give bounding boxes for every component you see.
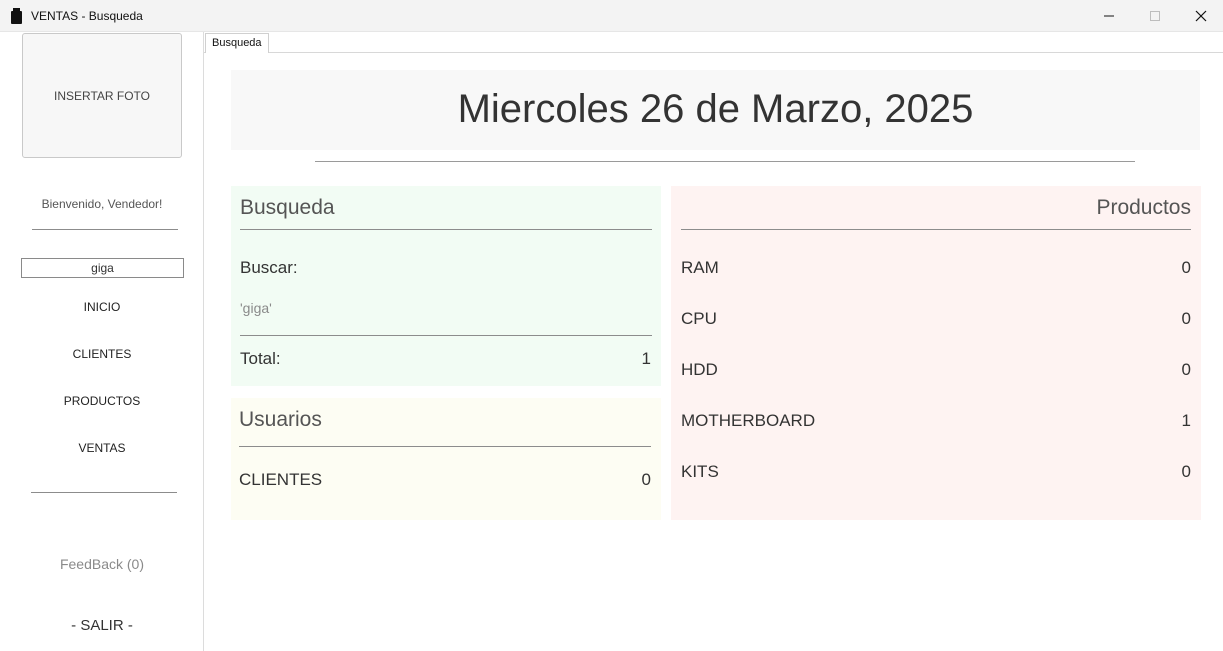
product-label-motherboard: MOTHERBOARD — [681, 411, 816, 430]
product-value-kits: 0 — [1181, 462, 1191, 481]
sidebar-divider — [32, 229, 178, 230]
date-text: Miercoles 26 de Marzo, 2025 — [457, 87, 974, 131]
date-header: Miercoles 26 de Marzo, 2025 — [231, 70, 1200, 150]
nav-item-clientes[interactable]: CLIENTES — [0, 347, 204, 361]
title-bar: VENTAS - Busqueda — [0, 0, 1223, 32]
search-query: 'giga' — [240, 300, 272, 316]
search-label: Buscar: — [240, 258, 298, 277]
panel-divider — [240, 229, 652, 230]
close-button[interactable] — [1178, 0, 1223, 32]
header-divider — [315, 161, 1135, 162]
maximize-icon — [1150, 11, 1160, 21]
total-label: Total: — [240, 349, 281, 368]
product-label-ram: RAM — [681, 258, 719, 277]
feedback-link[interactable]: FeedBack (0) — [0, 556, 204, 572]
close-icon — [1195, 10, 1207, 22]
panel-divider — [239, 446, 651, 447]
product-label-cpu: CPU — [681, 309, 717, 328]
usuarios-panel: Usuarios CLIENTES 0 — [231, 398, 661, 520]
product-label-hdd: HDD — [681, 360, 718, 379]
clientes-value: 0 — [641, 470, 651, 489]
product-label-kits: KITS — [681, 462, 719, 481]
app-icon — [11, 8, 22, 24]
productos-panel: Productos RAM 0 CPU 0 HDD 0 MOTHERBOARD … — [671, 186, 1201, 520]
product-value-motherboard: 1 — [1181, 411, 1191, 430]
product-value-cpu: 0 — [1181, 309, 1191, 328]
nav-item-productos[interactable]: PRODUCTOS — [0, 394, 204, 408]
panel-title: Usuarios — [239, 408, 322, 431]
tab-strip: Busqueda — [204, 32, 1223, 53]
busqueda-panel: Busqueda Buscar: 'giga' Total: 1 — [231, 186, 661, 386]
minimize-icon — [1104, 15, 1114, 17]
window-title: VENTAS - Busqueda — [31, 9, 143, 23]
panel-divider — [240, 335, 652, 336]
sidebar: INSERTAR FOTO Bienvenido, Vendedor! giga… — [0, 32, 204, 651]
sidebar-divider — [31, 492, 177, 493]
product-value-hdd: 0 — [1181, 360, 1191, 379]
clientes-label: CLIENTES — [239, 470, 323, 489]
search-input[interactable]: giga — [21, 258, 184, 278]
panel-title: Busqueda — [240, 196, 335, 219]
welcome-text: Bienvenido, Vendedor! — [41, 197, 163, 211]
insert-photo-button[interactable]: INSERTAR FOTO — [22, 33, 182, 158]
nav-item-inicio[interactable]: INICIO — [0, 300, 204, 314]
panel-divider — [681, 229, 1191, 230]
product-value-ram: 0 — [1181, 258, 1191, 277]
total-value: 1 — [641, 349, 651, 368]
panel-title: Productos — [1096, 196, 1191, 219]
exit-button[interactable]: - SALIR - — [0, 617, 204, 634]
minimize-button[interactable] — [1086, 0, 1132, 32]
tab-busqueda[interactable]: Busqueda — [205, 33, 269, 53]
insert-photo-label: INSERTAR FOTO — [53, 88, 150, 103]
nav-item-ventas[interactable]: VENTAS — [0, 441, 204, 455]
maximize-button[interactable] — [1132, 0, 1178, 32]
